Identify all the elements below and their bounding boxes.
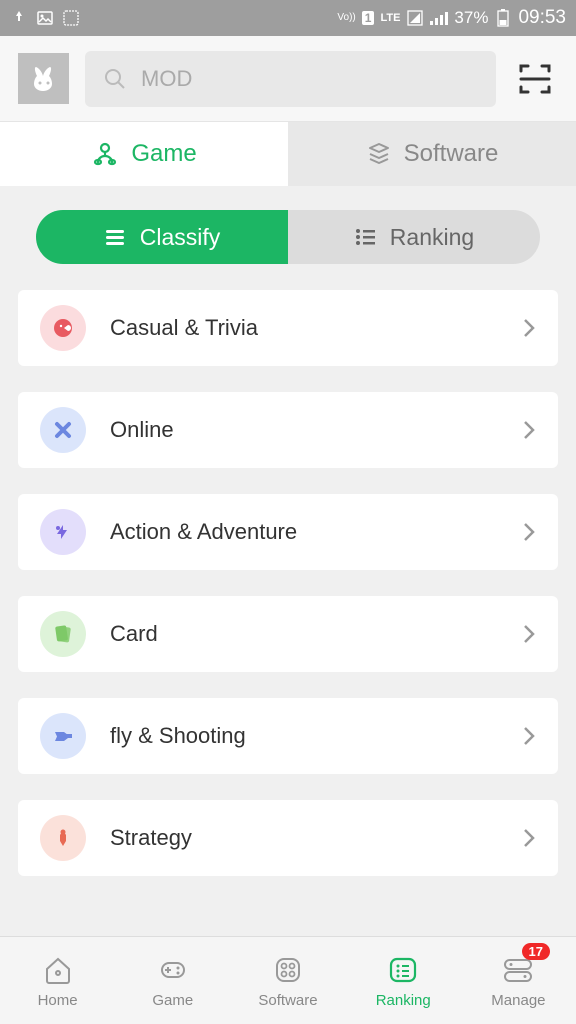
app-header: MOD: [0, 36, 576, 122]
category-icon: [40, 815, 86, 861]
manage-badge: 17: [522, 943, 550, 960]
chevron-right-icon: [522, 623, 536, 645]
nav-game[interactable]: Game: [115, 937, 230, 1024]
category-label: Strategy: [110, 825, 498, 851]
tab-game[interactable]: Game: [0, 122, 288, 186]
category-icon: [40, 713, 86, 759]
category-icon: [40, 305, 86, 351]
volte-indicator: Vo)): [337, 13, 355, 23]
bottom-nav: Home Game Software Ranking 17 Manage: [0, 936, 576, 1024]
notification-icon: [10, 9, 28, 27]
battery-icon: [494, 9, 512, 27]
scan-button[interactable]: [512, 56, 558, 102]
subtab-classify-label: Classify: [140, 224, 221, 251]
nav-home-label: Home: [38, 992, 78, 1009]
category-item[interactable]: fly & Shooting: [18, 698, 558, 774]
gamepad-icon: [91, 140, 119, 168]
category-item[interactable]: Online: [18, 392, 558, 468]
controller-icon: [157, 954, 189, 986]
ranking-icon: [354, 228, 376, 246]
subtab-classify[interactable]: Classify: [36, 210, 288, 264]
status-bar: Vo)) 1 LTE 37% 09:53: [0, 0, 576, 36]
search-placeholder: MOD: [141, 66, 192, 92]
category-icon: [40, 407, 86, 453]
app-logo[interactable]: [18, 53, 69, 104]
category-item[interactable]: Action & Adventure: [18, 494, 558, 570]
layers-icon: [366, 141, 392, 167]
clock: 09:53: [518, 7, 566, 29]
subtab-ranking-label: Ranking: [390, 224, 474, 251]
nav-game-label: Game: [152, 992, 193, 1009]
category-label: Card: [110, 621, 498, 647]
subtab-ranking[interactable]: Ranking: [288, 210, 540, 264]
signal-bars-icon: [430, 9, 448, 27]
category-label: Action & Adventure: [110, 519, 498, 545]
nav-ranking[interactable]: Ranking: [346, 937, 461, 1024]
nav-ranking-label: Ranking: [376, 992, 431, 1009]
home-icon: [42, 954, 74, 986]
category-item[interactable]: Card: [18, 596, 558, 672]
category-icon: [40, 509, 86, 555]
nav-software[interactable]: Software: [230, 937, 345, 1024]
category-label: Online: [110, 417, 498, 443]
chevron-right-icon: [522, 827, 536, 849]
chevron-right-icon: [522, 317, 536, 339]
chevron-right-icon: [522, 725, 536, 747]
nav-software-label: Software: [258, 992, 317, 1009]
lte-indicator: LTE: [380, 12, 400, 24]
category-item[interactable]: Casual & Trivia: [18, 290, 558, 366]
search-input[interactable]: MOD: [85, 51, 496, 107]
sub-tabs: Classify Ranking: [0, 186, 576, 290]
search-icon: [103, 67, 127, 91]
signal-icon: [406, 9, 424, 27]
battery-percent: 37%: [454, 8, 488, 28]
classify-icon: [104, 228, 126, 246]
nav-home[interactable]: Home: [0, 937, 115, 1024]
tab-software[interactable]: Software: [288, 122, 576, 186]
main-tabs: Game Software: [0, 122, 576, 186]
tab-game-label: Game: [131, 140, 196, 168]
image-icon: [36, 9, 54, 27]
category-list: Casual & Trivia Online Action & Adventure C…: [0, 290, 576, 876]
chevron-right-icon: [522, 521, 536, 543]
tab-software-label: Software: [404, 140, 499, 168]
list-icon: [387, 954, 419, 986]
nav-manage[interactable]: 17 Manage: [461, 937, 576, 1024]
grid-icon: [62, 9, 80, 27]
category-item[interactable]: Strategy: [18, 800, 558, 876]
chevron-right-icon: [522, 419, 536, 441]
category-label: Casual & Trivia: [110, 315, 498, 341]
category-label: fly & Shooting: [110, 723, 498, 749]
apps-icon: [272, 954, 304, 986]
sim-indicator: 1: [362, 11, 375, 25]
nav-manage-label: Manage: [491, 992, 545, 1009]
category-icon: [40, 611, 86, 657]
